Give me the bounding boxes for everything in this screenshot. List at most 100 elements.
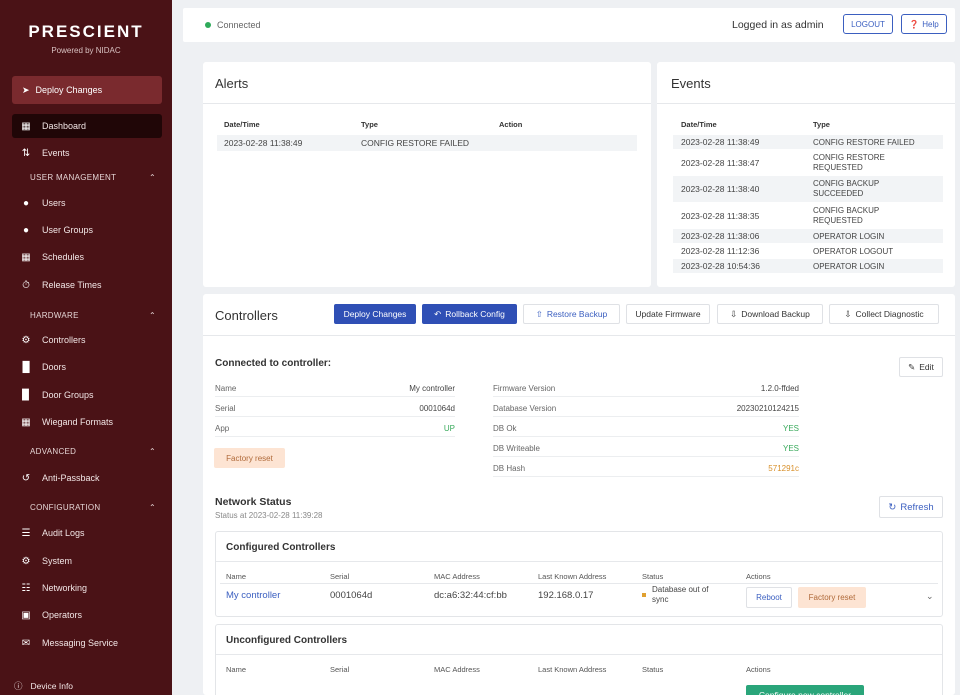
event-date: 2023-02-28 11:38:40 [681,184,760,194]
sidebar-item-messaging-service[interactable]: ✉ Messaging Service [12,631,162,655]
info-key: App [215,423,230,433]
event-date: 2023-02-28 11:38:49 [681,137,760,147]
events-title: Events [671,76,711,91]
rollback-config-button[interactable]: ↶ Rollback Config [422,304,517,324]
col-address: Last Known Address [538,665,607,674]
brand-logo: PRESCIENT [28,22,144,41]
network-icon: ☷ [21,582,31,594]
deploy-changes-button[interactable]: Deploy Changes [334,304,416,324]
col-status: Status [642,572,664,581]
clock-icon: ⏱ [22,279,30,291]
section-user-management[interactable]: USER MANAGEMENT ⌃ [30,173,156,182]
chevron-up-icon: ⌃ [148,311,156,320]
update-firmware-button[interactable]: Update Firmware [626,304,710,324]
sidebar-item-label: Messaging Service [42,638,119,648]
col-status: Status [642,665,664,674]
col-name: Name [226,665,247,674]
status-text: Database out of sync [652,585,709,604]
alerts-title: Alerts [215,76,249,91]
sidebar-item-networking[interactable]: ☷ Networking [12,576,162,600]
help-button[interactable]: ❓ Help [901,14,947,34]
sidebar-item-users[interactable]: ● Users [12,191,162,215]
sidebar-item-dashboard[interactable]: ▦ Dashboard [12,114,162,138]
events-row: 2023-02-28 11:38:40 CONFIG BACKUP SUCCEED… [673,176,943,202]
events-card: Events Date/Time Type 2023-02-28 11:38:4… [657,62,955,287]
info-db-ok: DB Ok YES [493,420,799,437]
sidebar-item-user-groups[interactable]: ● User Groups [12,218,162,242]
sidebar-item-doors[interactable]: █ Doors [12,355,162,379]
event-type: CONFIG RESTORE FAILED [813,137,915,147]
sidebar-item-audit-logs[interactable]: ☰ Audit Logs [12,521,162,545]
device-info-link[interactable]: ⓘ Device Info [14,680,73,692]
diagnostic-label: Collect Diagnostic [855,309,924,319]
section-label: CONFIGURATION [30,503,101,512]
configure-new-controller-button[interactable]: Configure new controller [746,685,864,695]
factory-reset-button[interactable]: Factory reset [214,448,285,468]
event-date: 2023-02-28 10:54:36 [681,261,760,271]
brand: PRESCIENT Powered by NIDAC [0,0,172,55]
restore-label: Restore Backup [546,309,608,319]
sidebar-item-wiegand-formats[interactable]: ▦ Wiegand Formats [12,410,162,434]
info-value: 20230210124215 [736,403,799,413]
divider [220,583,938,584]
collect-diagnostic-button[interactable]: ⇩ Collect Diagnostic [829,304,939,324]
connected-controller-label: Connected to controller: [215,358,332,369]
logout-button[interactable]: LOGOUT [843,14,893,34]
col-mac: MAC Address [434,572,480,581]
controller-mac: dc:a6:32:44:cf:bb [434,590,507,601]
edit-button[interactable]: ✎ Edit [899,357,943,377]
sidebar-item-operators[interactable]: ▣ Operators [12,603,162,627]
events-icon: ⇅ [21,147,31,159]
sidebar-item-controllers[interactable]: ⚙ Controllers [12,328,162,352]
event-type: OPERATOR LOGIN [813,231,885,241]
section-hardware[interactable]: HARDWARE ⌃ [30,311,156,320]
system-icon: ⚙ [21,555,31,567]
help-icon: ❓ [909,19,920,29]
expand-chevron-icon[interactable]: ⌄ [926,591,934,602]
info-key: Serial [215,403,236,413]
info-key: DB Writeable [493,443,540,453]
anti-passback-icon: ↺ [21,472,31,484]
row-factory-reset-button[interactable]: Factory reset [798,587,866,608]
restore-backup-button[interactable]: ⇧ Restore Backup [523,304,620,324]
sidebar-item-label: Dashboard [42,121,87,131]
col-serial: Serial [330,572,350,581]
message-icon: ✉ [21,637,31,649]
sidebar-item-events[interactable]: ⇅ Events [12,141,162,165]
section-configuration[interactable]: CONFIGURATION ⌃ [30,503,156,512]
refresh-label: Refresh [900,501,934,513]
pencil-icon: ✎ [908,361,916,372]
sidebar-item-label: Schedules [42,252,85,262]
rollback-label: Rollback Config [445,309,505,319]
sidebar-item-system[interactable]: ⚙ System [12,549,162,573]
sidebar-item-label: Users [42,198,66,208]
events-row: 2023-02-28 11:38:06 OPERATOR LOGIN [673,229,943,243]
divider [216,561,942,562]
sidebar-item-schedules[interactable]: ▦ Schedules [12,245,162,269]
warning-dot-icon [642,593,646,597]
controller-name[interactable]: My controller [226,590,280,601]
alert-date: 2023-02-28 11:38:49 [224,138,303,148]
info-name: Name My controller [215,380,455,397]
events-header-type: Type [813,120,830,129]
section-advanced[interactable]: ADVANCED ⌃ [30,447,156,456]
sidebar-item-anti-passback[interactable]: ↺ Anti-Passback [12,466,162,490]
refresh-button[interactable]: ↻ Refresh [879,496,943,518]
event-date: 2023-02-28 11:38:35 [681,210,760,221]
logged-in-label: Logged in as admin [732,19,824,31]
sidebar-item-label: Events [42,148,70,158]
controller-serial: 0001064d [330,590,373,601]
sidebar-item-door-groups[interactable]: ▉ Door Groups [12,383,162,407]
sidebar-item-release-times[interactable]: ⏱ Release Times [12,273,162,297]
reboot-button[interactable]: Reboot [746,587,792,608]
download-backup-button[interactable]: ⇩ Download Backup [717,304,823,324]
divider [216,654,942,655]
info-key: Database Version [493,403,557,413]
controllers-card: Controllers Deploy Changes ↶ Rollback Con… [203,294,955,695]
connection-label: Connected [217,20,261,30]
alerts-header-type: Type [361,120,378,129]
sidebar-deploy-button[interactable]: ➤ Deploy Changes [12,76,162,104]
controller-name-link[interactable]: My controller [226,590,280,601]
events-row: 2023-02-28 11:38:47 CONFIG RESTORE REQUES… [673,150,943,175]
sidebar-item-label: Networking [42,583,88,593]
